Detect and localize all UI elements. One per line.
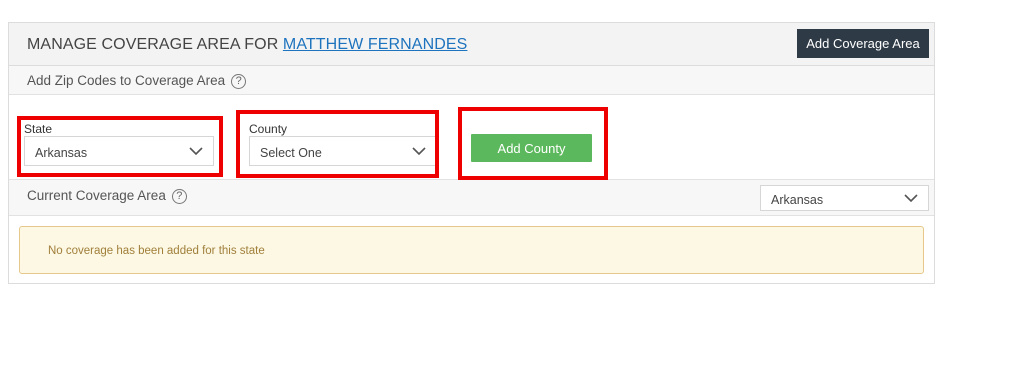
add-county-form: State Arkansas County Select One Add Cou… bbox=[9, 95, 934, 180]
current-coverage-label: Current Coverage Area bbox=[27, 188, 166, 203]
county-select-value: Select One bbox=[260, 146, 322, 160]
state-select[interactable]: Arkansas bbox=[24, 136, 214, 166]
add-county-button[interactable]: Add County bbox=[471, 134, 592, 162]
county-select[interactable]: Select One bbox=[249, 136, 437, 166]
zip-section-header: Add Zip Codes to Coverage Area? bbox=[9, 66, 934, 95]
county-field: County Select One bbox=[249, 122, 437, 166]
state-label: State bbox=[24, 122, 53, 136]
coverage-state-filter[interactable]: Arkansas bbox=[760, 185, 929, 211]
page-title: MANAGE COVERAGE AREA FOR MATTHEW FERNAND… bbox=[27, 36, 467, 54]
help-icon[interactable]: ? bbox=[171, 189, 187, 204]
coverage-panel: MANAGE COVERAGE AREA FOR MATTHEW FERNAND… bbox=[8, 22, 935, 284]
panel-header: MANAGE COVERAGE AREA FOR MATTHEW FERNAND… bbox=[9, 23, 934, 66]
help-icon[interactable]: ? bbox=[231, 74, 247, 89]
state-select-value: Arkansas bbox=[35, 146, 88, 160]
coverage-state-filter-value: Arkansas bbox=[771, 193, 824, 207]
state-field: State Arkansas bbox=[24, 122, 214, 166]
zip-section-label: Add Zip Codes to Coverage Area bbox=[27, 73, 226, 88]
chevron-down-icon bbox=[412, 147, 426, 156]
current-coverage-header: Current Coverage Area? Arkansas bbox=[9, 180, 934, 216]
chevron-down-icon bbox=[904, 194, 918, 203]
user-name-link[interactable]: MATTHEW FERNANDES bbox=[283, 36, 468, 53]
county-label: County bbox=[249, 122, 288, 136]
chevron-down-icon bbox=[189, 147, 203, 156]
add-coverage-area-button[interactable]: Add Coverage Area bbox=[797, 29, 929, 58]
empty-coverage-alert: No coverage has been added for this stat… bbox=[19, 226, 924, 274]
title-prefix: MANAGE COVERAGE AREA FOR bbox=[27, 36, 279, 53]
